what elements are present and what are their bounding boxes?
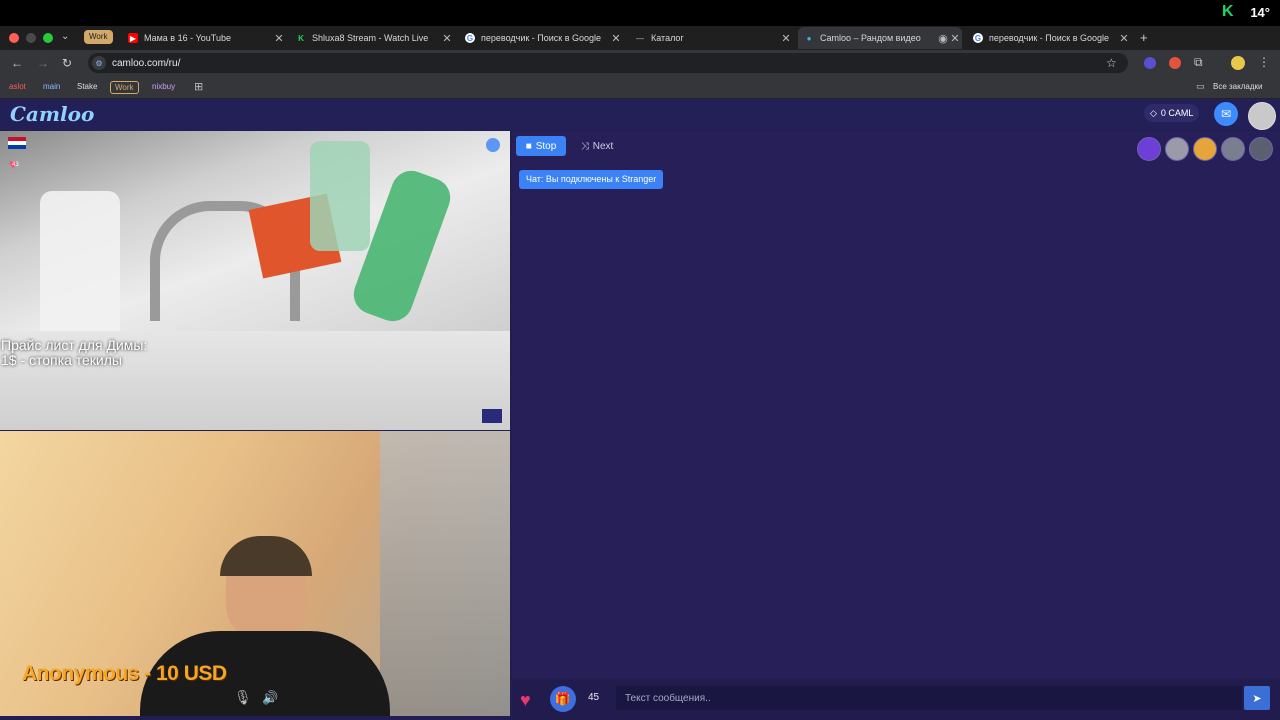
peer-avatar[interactable] xyxy=(1221,137,1245,161)
catalog-icon: — xyxy=(636,33,644,43)
recording-icon: ◉ xyxy=(938,32,948,45)
close-tab-icon[interactable]: ✕ xyxy=(779,32,793,45)
tab-title: переводчик - Поиск в Google xyxy=(989,33,1110,43)
tab-camloo[interactable]: ● Camloo – Рандом видео ◉ ✕ xyxy=(798,27,962,49)
tab-catalog[interactable]: — Каталог ✕ xyxy=(629,27,793,49)
status-app-icon: K xyxy=(1222,3,1234,20)
next-label: Next xyxy=(592,140,614,152)
bookmark-nixbuy[interactable]: nixbuy xyxy=(148,81,179,92)
info-icon[interactable] xyxy=(486,138,500,152)
shuffle-icon: ⤨ xyxy=(580,140,589,152)
url-text[interactable]: camloo.com/ru/ xyxy=(112,58,180,69)
address-bar[interactable] xyxy=(88,53,1128,73)
tab-title: Каталог xyxy=(651,33,684,43)
tab-title: Shluxa8 Stream - Watch Live xyxy=(312,33,429,43)
new-tab-plus-icon[interactable]: + xyxy=(1140,30,1148,45)
diamond-icon: ◇ xyxy=(1150,108,1157,118)
balance-value: 0 CAML xyxy=(1160,108,1194,118)
microphone-icon[interactable]: 🎙 xyxy=(234,689,252,706)
site-header xyxy=(0,99,1280,130)
bookmark-work[interactable]: Work xyxy=(110,81,139,94)
balance-badge[interactable]: ◇ 0 CAML xyxy=(1144,104,1200,122)
stop-square-icon: ■ xyxy=(525,140,532,152)
tab-search-chevron-icon[interactable]: ⌄ xyxy=(61,31,69,42)
bookmark-star-icon[interactable]: ☆ xyxy=(1106,56,1117,70)
extensions-puzzle-icon[interactable]: ⧉ xyxy=(1194,55,1203,70)
stop-label: Stop xyxy=(535,140,557,152)
watermark-icon xyxy=(482,409,502,423)
reload-icon[interactable]: ↻ xyxy=(60,56,74,70)
youtube-icon: ▶ xyxy=(128,33,138,43)
tab-group-work[interactable]: Work xyxy=(84,30,113,44)
minimize-window-button[interactable] xyxy=(26,33,36,43)
price-list-line-2: 1$ - стопка текилы xyxy=(1,352,122,368)
bookmark-aslot[interactable]: aslot xyxy=(5,81,30,92)
close-tab-icon[interactable]: ✕ xyxy=(1117,32,1131,45)
kick-icon: K xyxy=(298,33,304,43)
peer-avatar[interactable] xyxy=(1193,137,1217,161)
tab-title: Мама в 16 - YouTube xyxy=(144,33,231,43)
folder-icon: ▭ xyxy=(1196,81,1205,91)
zoom-window-button[interactable] xyxy=(43,33,53,43)
close-tab-icon[interactable]: ✕ xyxy=(272,32,286,45)
tab-google-translate[interactable]: G переводчик - Поиск в Google ✕ xyxy=(459,27,623,49)
apps-grid-icon[interactable]: ⊞ xyxy=(194,80,203,93)
next-button[interactable]: ⤨ Next xyxy=(572,136,622,156)
like-count: 43 xyxy=(12,162,19,168)
close-tab-icon[interactable]: ✕ xyxy=(440,32,454,45)
peer-avatar[interactable] xyxy=(1165,137,1189,161)
menu-kebab-icon[interactable]: ⋮ xyxy=(1258,55,1270,69)
speaker-icon[interactable]: 🔊 xyxy=(262,690,278,706)
peer-avatar[interactable] xyxy=(1137,137,1161,161)
tab-youtube[interactable]: ▶ Мама в 16 - YouTube ✕ xyxy=(122,27,286,49)
tab-title: переводчик - Поиск в Google xyxy=(481,33,602,43)
google-icon: G xyxy=(973,33,983,43)
bookmark-main[interactable]: main xyxy=(39,81,64,92)
send-icon[interactable]: ➤ xyxy=(1244,686,1270,710)
person-hair-shape xyxy=(220,536,312,576)
chat-panel xyxy=(512,131,1280,679)
forward-arrow-icon[interactable]: → xyxy=(36,56,50,70)
camloo-icon: ● xyxy=(806,33,812,43)
heart-icon[interactable]: ♥ xyxy=(520,690,531,711)
bottle-shape xyxy=(310,141,370,251)
close-window-button[interactable] xyxy=(9,33,19,43)
weather-temperature: 14° xyxy=(1250,5,1270,20)
profile-icon[interactable] xyxy=(1231,56,1245,70)
online-count: 45 xyxy=(588,692,600,703)
window-shape xyxy=(380,431,510,716)
extension-icon[interactable] xyxy=(1144,57,1156,69)
messages-icon[interactable]: ✉ xyxy=(1214,102,1238,126)
tab-title: Camloo – Рандом видео xyxy=(820,33,921,43)
close-tab-icon[interactable]: ✕ xyxy=(609,32,623,45)
system-message: Чат: Вы подключены к Stranger xyxy=(519,170,664,189)
camloo-logo[interactable]: Camloo xyxy=(10,102,94,126)
tab-stream[interactable]: K Shluxa8 Stream - Watch Live ✕ xyxy=(290,27,454,49)
peer-avatar[interactable] xyxy=(1249,137,1273,161)
extension-icon[interactable] xyxy=(1169,57,1181,69)
donation-alert: Anonymous - 10 USD xyxy=(22,662,227,685)
back-arrow-icon[interactable]: ← xyxy=(10,56,24,70)
os-menu-strip xyxy=(0,0,1280,26)
netherlands-flag-icon xyxy=(8,137,26,149)
message-input[interactable] xyxy=(616,686,1242,710)
google-icon: G xyxy=(465,33,475,43)
price-list-line-1: Прайс лист для Димы: xyxy=(1,337,148,353)
close-tab-icon[interactable]: ✕ xyxy=(948,32,962,45)
bookmark-stake[interactable]: Stake xyxy=(73,81,101,92)
stop-button[interactable]: ■ Stop xyxy=(516,136,566,156)
bookmarks-bar xyxy=(0,76,1280,99)
tab-google-translate-2[interactable]: G переводчик - Поиск в Google ✕ xyxy=(967,27,1131,49)
gift-icon[interactable]: 🎁 xyxy=(550,686,576,712)
user-avatar[interactable] xyxy=(1248,102,1276,130)
remote-video: ♥ 43 Прайс лист для Димы: 1$ - стопка те… xyxy=(0,131,510,430)
site-info-icon[interactable]: ⚙ xyxy=(92,56,106,70)
all-bookmarks-link[interactable]: Все закладки xyxy=(1213,82,1262,91)
